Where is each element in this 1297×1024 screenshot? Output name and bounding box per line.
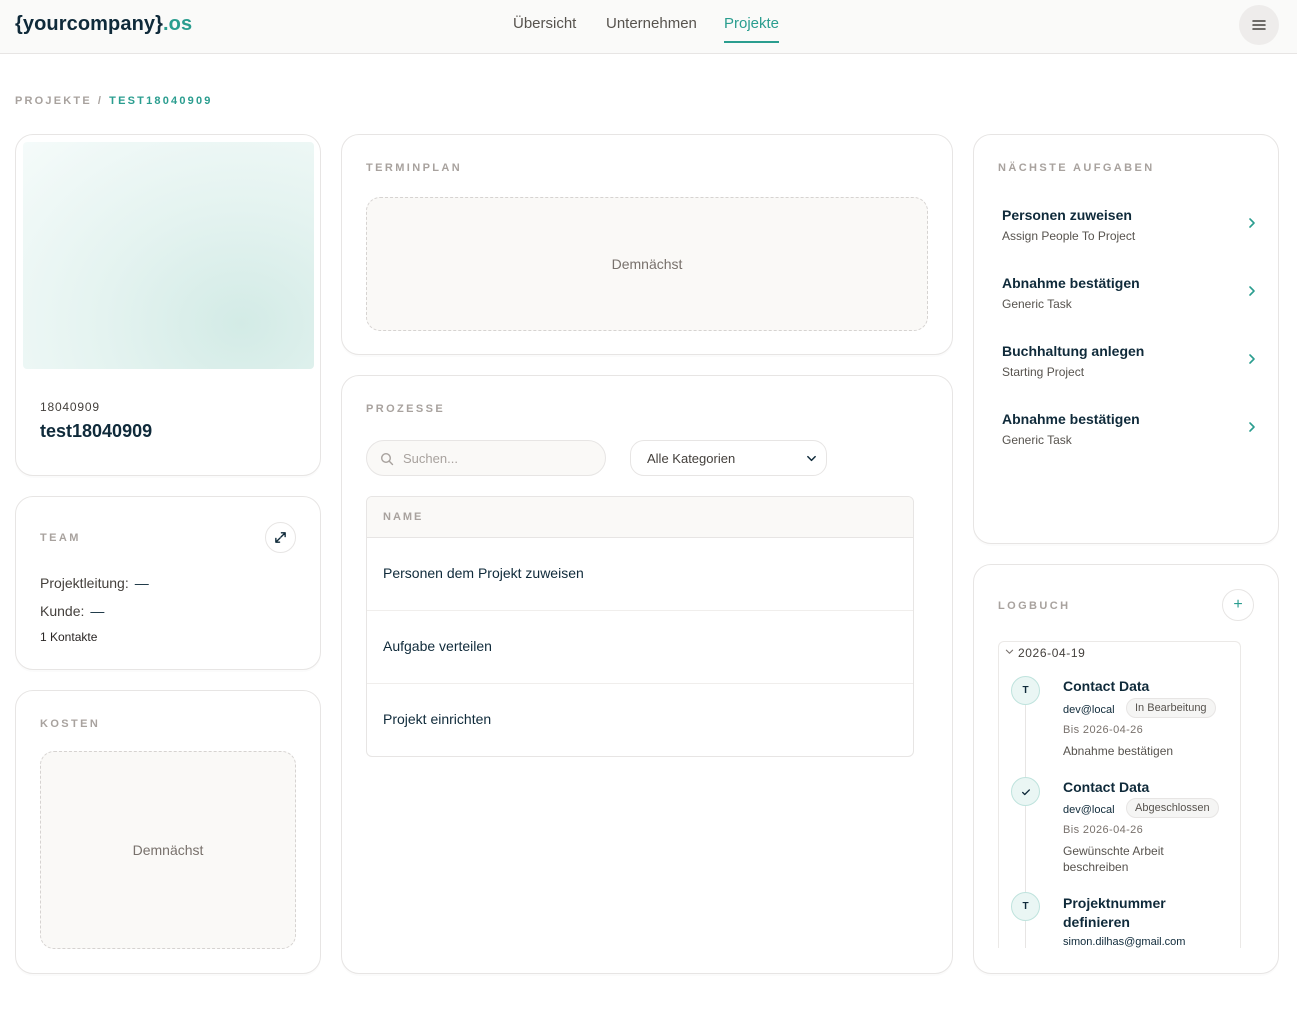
table-row[interactable]: Projekt einrichten: [367, 684, 913, 756]
log-date: 2026-04-19: [1018, 646, 1086, 660]
team-expand-button[interactable]: [265, 522, 296, 553]
hamburger-icon: [1252, 20, 1266, 30]
log-date-group[interactable]: 2026-04-19: [1005, 646, 1085, 660]
process-name: Projekt einrichten: [383, 711, 492, 727]
nav-tab-companies[interactable]: Unternehmen: [606, 15, 697, 41]
search-icon: [380, 452, 394, 466]
task-title: Buchhaltung anlegen: [1002, 343, 1145, 359]
project-number: 18040909: [40, 400, 100, 414]
search-placeholder: Suchen...: [403, 451, 458, 466]
log-entry-title[interactable]: Contact Data: [1063, 778, 1233, 797]
processes-label: PROZESSE: [366, 403, 446, 415]
breadcrumb-separator: /: [97, 95, 104, 107]
table-row[interactable]: Personen dem Projekt zuweisen: [367, 538, 913, 611]
checkmark-icon: [1021, 788, 1030, 795]
project-name: test18040909: [40, 421, 153, 441]
log-avatar: T: [1011, 676, 1040, 705]
team-label: TEAM: [40, 532, 81, 544]
status-badge: In Bearbeitung: [1126, 698, 1216, 718]
task-title: Personen zuweisen: [1002, 207, 1132, 223]
team-lead-value: —: [134, 575, 149, 591]
breadcrumb: PROJEKTE / TEST18040909: [15, 95, 213, 107]
schedule-card: TERMINPLAN Demnächst: [341, 134, 953, 355]
category-select[interactable]: Alle Kategorien: [630, 440, 827, 476]
team-customer-row: Kunde: —: [40, 603, 104, 619]
table-row[interactable]: Aufgabe verteilen: [367, 611, 913, 684]
table-header: NAME: [367, 497, 913, 538]
task-subtitle: Generic Task: [1002, 433, 1072, 447]
team-contacts[interactable]: 1 Kontakte: [40, 630, 97, 644]
schedule-placeholder: Demnächst: [366, 197, 928, 331]
log-entry-due: Bis 2026-04-26: [1063, 824, 1144, 836]
task-subtitle: Assign People To Project: [1002, 229, 1136, 243]
log-entry-user: simon.dilhas@gmail.com: [1063, 936, 1186, 948]
add-log-button[interactable]: +: [1222, 589, 1254, 621]
team-customer-label: Kunde:: [40, 603, 85, 619]
chevron-right-icon: [1249, 218, 1255, 228]
schedule-label: TERMINPLAN: [366, 162, 463, 174]
chevron-right-icon: [1249, 286, 1255, 296]
project-image: [23, 142, 314, 369]
next-task-item[interactable]: Abnahme bestätigen Generic Task: [998, 275, 1256, 329]
costs-card: KOSTEN Demnächst: [15, 690, 321, 974]
process-search-input[interactable]: Suchen...: [366, 440, 606, 476]
team-lead-label: Projektleitung:: [40, 575, 129, 591]
category-select-value: Alle Kategorien: [647, 451, 736, 466]
team-card: TEAM Projektleitung: — Kunde: — 1 Kontakte: [15, 496, 321, 670]
check-icon: [1011, 777, 1040, 806]
logbook-label: LOGBUCH: [998, 600, 1071, 612]
log-entry-task: Abnahme bestätigen: [1063, 744, 1174, 758]
process-name: Aufgabe verteilen: [383, 638, 492, 654]
breadcrumb-current: TEST18040909: [109, 95, 213, 107]
main-nav: Übersicht Unternehmen Projekte: [0, 0, 1297, 54]
expand-icon: [275, 532, 286, 543]
chevron-down-icon: [807, 455, 816, 462]
logbook-card: LOGBUCH + 2026-04-19 T Contact Data dev@…: [973, 564, 1279, 974]
chevron-right-icon: [1249, 354, 1255, 364]
log-entry-user: dev@local: [1063, 704, 1115, 716]
task-title: Abnahme bestätigen: [1002, 275, 1140, 291]
costs-label: KOSTEN: [40, 718, 101, 730]
log-list[interactable]: 2026-04-19 T Contact Data dev@local In B…: [998, 641, 1241, 948]
next-task-item[interactable]: Personen zuweisen Assign People To Proje…: [998, 207, 1256, 261]
status-badge: Abgeschlossen: [1126, 798, 1219, 818]
nav-tab-projects[interactable]: Projekte: [724, 15, 780, 43]
next-tasks-label: NÄCHSTE AUFGABEN: [998, 162, 1155, 174]
team-lead-row: Projektleitung: —: [40, 575, 149, 591]
plus-icon: +: [1233, 596, 1243, 613]
chevron-right-icon: [1249, 422, 1255, 432]
process-table: NAME Personen dem Projekt zuweisen Aufga…: [366, 496, 914, 757]
log-entry-task: Gewünschte Arbeit beschreiben: [1063, 844, 1164, 874]
top-bar: {yourcompany}.os Übersicht Unternehmen P…: [0, 0, 1297, 54]
task-title: Abnahme bestätigen: [1002, 411, 1140, 427]
project-card: 18040909 test18040909: [15, 134, 321, 476]
processes-card: PROZESSE Suchen... Alle Kategorien NAME …: [341, 375, 953, 974]
log-avatar: T: [1011, 892, 1040, 921]
log-entry-title[interactable]: Projektnummer definieren: [1063, 894, 1233, 932]
next-task-item[interactable]: Abnahme bestätigen Generic Task: [998, 411, 1256, 465]
next-tasks-card: NÄCHSTE AUFGABEN Personen zuweisen Assig…: [973, 134, 1279, 544]
breadcrumb-root[interactable]: PROJEKTE: [15, 95, 92, 107]
menu-button[interactable]: [1239, 5, 1279, 45]
nav-tab-overview[interactable]: Übersicht: [513, 15, 576, 41]
chevron-down-icon: [1005, 649, 1014, 654]
task-subtitle: Generic Task: [1002, 297, 1072, 311]
team-customer-value: —: [90, 603, 105, 619]
task-subtitle: Starting Project: [1002, 365, 1085, 379]
column-name-header[interactable]: NAME: [383, 511, 423, 523]
next-task-item[interactable]: Buchhaltung anlegen Starting Project: [998, 343, 1256, 397]
costs-placeholder: Demnächst: [40, 751, 296, 949]
log-entry-due: Bis 2026-04-26: [1063, 724, 1144, 736]
log-entry-user: dev@local: [1063, 804, 1115, 816]
log-entry-title[interactable]: Contact Data: [1063, 677, 1233, 696]
process-name: Personen dem Projekt zuweisen: [383, 565, 584, 581]
